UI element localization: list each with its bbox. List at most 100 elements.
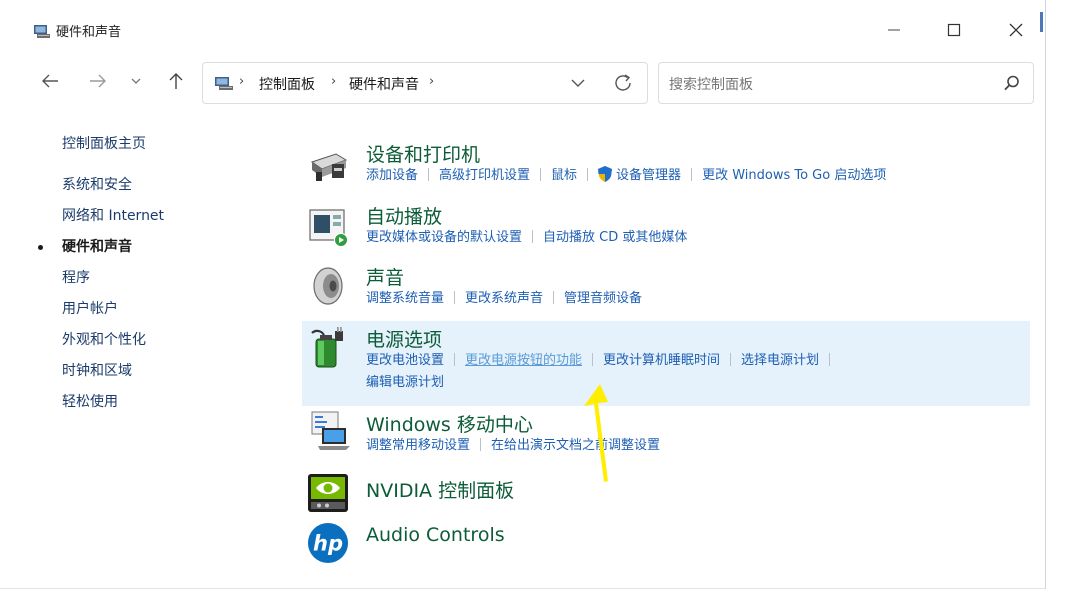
link-device-manager[interactable]: 设备管理器 [616,168,681,183]
link-adjust-volume[interactable]: 调整系统音量 [366,291,444,306]
link-add-device[interactable]: 添加设备 [366,168,418,183]
category-links: 添加设备 高级打印机设置 鼠标 设备管理器 更改 Windows To Go 启动选项 [366,165,886,187]
sidebar-item-user-accounts[interactable]: 用户帐户 [62,299,262,330]
category-title[interactable]: 声音 [366,263,404,290]
breadcrumb-separator[interactable]: › [429,74,434,89]
breadcrumb-control-panel[interactable]: 控制面板 [259,74,315,94]
link-divider [829,353,831,366]
link-divider [532,230,534,243]
link-windows-to-go[interactable]: 更改 Windows To Go 启动选项 [702,168,886,183]
sidebar-item-home[interactable]: 控制面板主页 [62,134,262,165]
control-panel-window: 硬件和声音 › 控制面板 › 硬件和声音 › 搜索控制面板 控制面板主页 系统和… [0,0,1046,589]
up-button[interactable] [162,66,190,96]
category-title[interactable]: 设备和打印机 [366,140,480,167]
control-panel-icon [215,77,233,90]
search-icon[interactable] [1003,74,1021,92]
category-links: 调整常用移动设置 在给出演示文档之前调整设置 [366,435,660,457]
active-bullet [38,245,43,250]
autoplay-icon[interactable] [306,206,350,248]
link-manage-audio-devices[interactable]: 管理音频设备 [564,291,642,306]
category-links: 更改电池设置 更改电源按钮的功能 更改计算机睡眠时间 选择电源计划 [366,350,840,372]
link-divider [553,291,555,304]
category-audio-controls: hp Audio Controls [302,520,1032,566]
link-divider [592,353,594,366]
category-links: 更改媒体或设备的默认设置 自动播放 CD 或其他媒体 [366,227,687,249]
category-title[interactable]: 自动播放 [366,202,442,229]
nvidia-icon[interactable] [306,472,350,514]
search-box[interactable]: 搜索控制面板 [658,62,1034,104]
link-choose-power-plan[interactable]: 选择电源计划 [741,353,819,368]
link-divider [691,168,693,181]
annotation-arrow-icon [584,384,608,482]
sidebar-item-programs[interactable]: 程序 [62,268,262,299]
link-divider [428,168,430,181]
category-title[interactable]: Windows 移动中心 [366,410,533,437]
sidebar-item-system-security[interactable]: 系统和安全 [62,175,262,206]
sidebar-item-hardware-sound: 硬件和声音 [38,237,262,268]
sidebar-item-ease-of-access[interactable]: 轻松使用 [62,392,262,423]
forward-button[interactable] [84,66,112,96]
link-change-media-defaults[interactable]: 更改媒体或设备的默认设置 [366,230,522,245]
arrow-up-icon [169,73,183,89]
battery-plug-icon[interactable] [306,327,350,369]
link-change-battery-settings[interactable]: 更改电池设置 [366,353,444,368]
svg-text:hp: hp [313,532,343,556]
link-adjust-mobility-settings[interactable]: 调整常用移动设置 [366,438,470,453]
category-links: 调整系统音量 更改系统声音 管理音频设备 [366,288,642,310]
hp-logo-icon[interactable]: hp [306,522,350,564]
refresh-icon[interactable] [613,73,635,93]
category-devices-printers: 设备和打印机 添加设备 高级打印机设置 鼠标 设备管理器 更改 Windows To G… [302,136,1032,192]
maximize-icon [947,23,961,37]
category-links-second-row: 编辑电源计划 [366,372,444,394]
sidebar-item-label: 硬件和声音 [62,239,132,255]
minimize-icon [888,29,900,31]
category-power-options: 电源选项 更改电池设置 更改电源按钮的功能 更改计算机睡眠时间 选择电源计划 编辑电源… [302,321,1032,406]
sidebar-item-appearance[interactable]: 外观和个性化 [62,330,262,361]
link-autoplay-cd[interactable]: 自动播放 CD 或其他媒体 [543,230,687,245]
link-divider [454,291,456,304]
chevron-down-icon [131,78,141,84]
window-title: 硬件和声音 [56,25,122,40]
link-change-power-button[interactable]: 更改电源按钮的功能 [465,353,582,368]
arrow-right-icon [90,74,106,88]
link-mouse[interactable]: 鼠标 [551,168,577,183]
speaker-icon[interactable] [306,265,350,307]
link-change-sleep-time[interactable]: 更改计算机睡眠时间 [603,353,720,368]
sidebar-item-clock-region[interactable]: 时钟和区域 [62,361,262,392]
search-placeholder[interactable]: 搜索控制面板 [669,74,753,94]
uac-shield-icon [598,166,613,182]
close-icon [1009,23,1023,37]
address-dropdown-icon[interactable] [569,75,587,91]
category-sound: 声音 调整系统音量 更改系统声音 管理音频设备 [302,259,1032,315]
category-mobility-center: Windows 移动中心 调整常用移动设置 在给出演示文档之前调整设置 [302,406,1032,462]
printer-icon[interactable] [306,144,350,186]
mobility-center-icon[interactable] [306,410,350,452]
sidebar-item-network[interactable]: 网络和 Internet [62,206,262,237]
close-button[interactable] [1002,18,1030,42]
link-advanced-printer[interactable]: 高级打印机设置 [439,168,530,183]
control-panel-icon [34,25,50,38]
minimize-button[interactable] [880,18,908,42]
back-button[interactable] [36,66,64,96]
category-title[interactable]: 电源选项 [366,325,442,352]
link-presentation-settings[interactable]: 在给出演示文档之前调整设置 [491,438,660,453]
link-divider [730,353,732,366]
breadcrumb-hardware-sound[interactable]: 硬件和声音 [349,74,419,94]
link-divider [587,168,589,181]
arrow-left-icon [42,74,58,88]
address-bar[interactable]: › 控制面板 › 硬件和声音 › [202,62,648,104]
link-divider [454,353,456,366]
sidebar: 控制面板主页 系统和安全 网络和 Internet 硬件和声音 程序 用户帐户 … [38,134,262,423]
link-divider [480,438,482,451]
recent-locations-button[interactable] [122,66,150,96]
category-title[interactable]: NVIDIA 控制面板 [366,476,514,503]
breadcrumb-separator[interactable]: › [239,74,244,89]
category-nvidia: NVIDIA 控制面板 [302,470,1032,514]
maximize-button[interactable] [940,18,968,42]
breadcrumb-separator[interactable]: › [331,74,336,89]
link-edit-power-plan[interactable]: 编辑电源计划 [366,375,444,390]
link-change-system-sounds[interactable]: 更改系统声音 [465,291,543,306]
category-autoplay: 自动播放 更改媒体或设备的默认设置 自动播放 CD 或其他媒体 [302,198,1032,254]
category-title[interactable]: Audio Controls [366,524,505,546]
title-bar: 硬件和声音 [0,0,1045,52]
